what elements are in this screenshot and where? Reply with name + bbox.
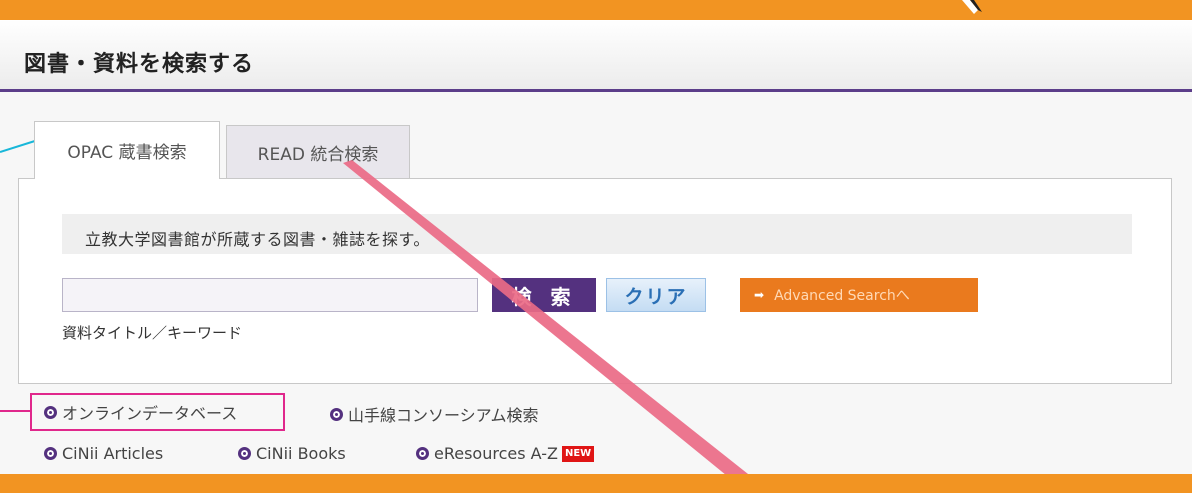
bullet-icon <box>330 407 343 421</box>
section-header: 図書・資料を検索する <box>0 20 1192 92</box>
link-cinii-articles-label: CiNii Articles <box>62 444 164 463</box>
bullet-icon <box>44 447 57 460</box>
link-cinii-books-label: CiNii Books <box>256 444 346 463</box>
link-yamate-label: 山手線コンソーシアム検索 <box>348 406 539 425</box>
corner-pointer-icon <box>962 0 982 14</box>
clear-button[interactable]: クリア <box>606 278 706 312</box>
page-title: 図書・資料を検索する <box>24 52 255 77</box>
link-cinii-books[interactable]: CiNii Books <box>238 444 346 463</box>
bullet-icon <box>416 447 429 460</box>
tab-read[interactable]: READ 統合検索 <box>226 125 410 179</box>
cyan-callout-line <box>0 139 39 153</box>
search-button[interactable]: 検 索 <box>492 278 596 312</box>
tab-opac[interactable]: OPAC 蔵書検索 <box>34 121 220 179</box>
link-cinii-articles[interactable]: CiNii Articles <box>44 444 163 463</box>
highlight-box <box>30 393 285 431</box>
search-description: 立教大学図書館が所蔵する図書・雑誌を探す。 <box>85 230 430 249</box>
arrow-right-icon: ➡ <box>754 288 765 302</box>
top-orange-bar <box>0 0 1192 20</box>
link-eresources-label: eResources A-Z <box>434 444 558 463</box>
search-field-hint: 資料タイトル／キーワード <box>62 324 243 342</box>
advanced-search-label: Advanced Searchへ <box>774 288 910 304</box>
link-yamate-consortium[interactable]: 山手線コンソーシアム検索 <box>330 402 539 426</box>
link-eresources[interactable]: eResources A-Z NEW <box>416 444 595 463</box>
new-badge: NEW <box>561 445 595 462</box>
search-input[interactable] <box>62 278 478 312</box>
bullet-icon <box>238 447 251 460</box>
advanced-search-button[interactable]: ➡ Advanced Searchへ <box>740 278 978 312</box>
bottom-orange-bar <box>0 474 1192 493</box>
